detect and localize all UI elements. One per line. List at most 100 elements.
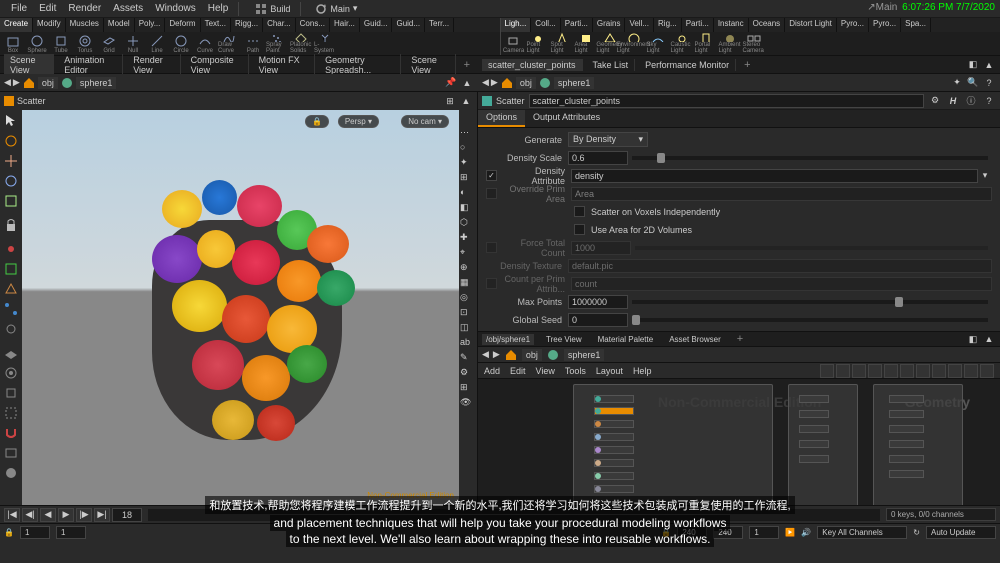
path-node[interactable]: sphere1 [564,349,605,361]
path-obj[interactable]: obj [38,77,58,89]
shelf-tab-create[interactable]: Create [0,18,33,32]
shelf-tool-path[interactable]: Path [242,32,264,54]
render-tool[interactable] [2,464,20,482]
node[interactable] [594,420,634,428]
node-selected[interactable] [594,407,634,415]
shelf-tab[interactable]: Instanc [714,18,749,32]
menu-icon[interactable]: ▾ [978,169,992,183]
snap-prim-tool[interactable] [2,280,20,298]
shelf-tab[interactable]: Model [104,18,135,32]
shelf-tab[interactable]: Terr... [425,18,454,32]
layout-icon[interactable]: ⊞ [443,94,457,108]
net-tool-icon[interactable] [852,364,866,378]
override-checkbox[interactable] [486,188,497,199]
shelf-tool-grid[interactable]: Grid [98,32,120,54]
node[interactable] [594,395,634,403]
fwd-button[interactable]: ▶ [493,349,500,360]
shelf-tool-lsystem[interactable]: L-System [314,32,336,54]
shelf-tool-sphere[interactable]: Sphere [26,32,48,54]
display-opt-icon[interactable]: ⊕ [460,262,474,276]
area2d-checkbox[interactable] [574,224,585,235]
menu-windows[interactable]: Windows [149,1,202,16]
add-tab-button[interactable]: + [733,333,747,345]
shelf-tool-spotlight[interactable]: Spot Light [551,32,573,54]
shelf-tab[interactable]: Hair... [330,18,360,32]
pin-icon[interactable]: 📌 [444,76,458,90]
back-button[interactable]: ◀ [482,349,489,360]
panetab[interactable]: Geometry Spreadsh... [319,54,401,76]
net-menu-layout[interactable]: Layout [596,366,623,376]
auto-update-dropdown[interactable]: Auto Update [926,526,996,539]
max-points-input[interactable]: 1000000 [568,295,628,309]
key-all-button[interactable]: Key All Channels [817,526,907,539]
net-tool-icon[interactable] [868,364,882,378]
net-tool-icon[interactable] [820,364,834,378]
magnet-tool[interactable] [2,424,20,442]
path-node[interactable]: sphere1 [554,77,595,89]
global-seed-input[interactable]: 0 [568,313,628,327]
panetab-sceneview[interactable]: Scene View [4,54,54,76]
home-icon[interactable] [504,348,518,362]
update-mode-dropdown[interactable]: Main ▾ [315,3,357,15]
back-button[interactable]: ◀ [482,77,489,88]
star-icon[interactable]: ✦ [950,76,964,90]
shelf-tab[interactable]: Modify [33,18,66,32]
shelf-tab[interactable]: Ligh... [501,18,532,32]
audio-icon[interactable]: 🔊 [801,528,811,537]
display-opt-icon[interactable]: ◫ [460,322,474,336]
voxels-checkbox[interactable] [574,206,585,217]
shelf-tab[interactable]: Muscles [66,18,104,32]
net-tool-icon[interactable] [980,364,994,378]
display-opt-icon[interactable]: ✎ [460,352,474,366]
net-tool-icon[interactable] [964,364,978,378]
panetab[interactable]: Motion FX View [253,54,315,76]
density-scale-input[interactable]: 0.6 [568,151,628,165]
net-menu-tools[interactable]: Tools [565,366,586,376]
shelf-tab[interactable]: Parti... [561,18,593,32]
max-points-slider[interactable] [632,300,988,304]
viewport-canvas[interactable]: 🔒 Persp ▾ No cam ▾ [22,110,459,505]
step-input[interactable]: 1 [749,526,779,539]
fwd-button[interactable]: ▶ [13,77,20,88]
play-button[interactable]: ▶ [58,508,74,522]
shelf-tool-camera[interactable]: Camera [503,32,525,54]
shelf-tool-arealight[interactable]: Area Light [575,32,597,54]
first-frame-button[interactable]: |◀ [4,508,20,522]
prev-frame-button[interactable]: ◀| [22,508,38,522]
shelf-tab[interactable]: Rigg... [231,18,263,32]
shelf-tab[interactable]: Poly... [135,18,166,32]
panetab[interactable]: Take List [587,59,636,71]
density-scale-slider[interactable] [632,156,988,160]
panetab[interactable]: Render View [127,54,180,76]
node[interactable] [889,425,924,433]
count-prim-checkbox[interactable] [486,278,497,289]
display-opt-icon[interactable]: ○ [460,142,474,156]
lock-tool[interactable] [2,216,20,234]
info-icon[interactable]: ⓘ [964,94,978,108]
shelf-tool-envlight[interactable]: Environment Light [623,32,645,54]
display-opt-icon[interactable] [460,112,474,126]
node[interactable] [594,472,634,480]
select-tool[interactable] [2,112,20,130]
shelf-tab[interactable]: Distort Light [785,18,837,32]
menu-file[interactable]: File [5,1,33,16]
display-opt-icon[interactable]: ⋯ [460,127,474,141]
handle-tool[interactable] [2,132,20,150]
shelf-tool-curve[interactable]: Curve [194,32,216,54]
params-node-name[interactable]: scatter_cluster_points [529,94,924,108]
back-button[interactable]: ◀ [4,77,11,88]
path-node[interactable]: sphere1 [76,77,117,89]
node[interactable] [889,410,924,418]
shelf-tab[interactable]: Pyro... [869,18,901,32]
next-frame-button[interactable]: |▶ [76,508,92,522]
range-start-input[interactable]: 1 [20,526,50,539]
range-lock-icon[interactable]: 🔒 [661,528,671,537]
camera-menu[interactable]: Persp ▾ [338,115,379,128]
node[interactable] [799,410,829,418]
node[interactable] [799,440,829,448]
range-end-input[interactable]: 240 [713,526,743,539]
rotate-tool[interactable] [2,172,20,190]
fstart-input[interactable]: 1 [56,526,86,539]
network-tab[interactable]: Asset Browser [665,334,725,345]
params-tab-output[interactable]: Output Attributes [525,110,608,127]
